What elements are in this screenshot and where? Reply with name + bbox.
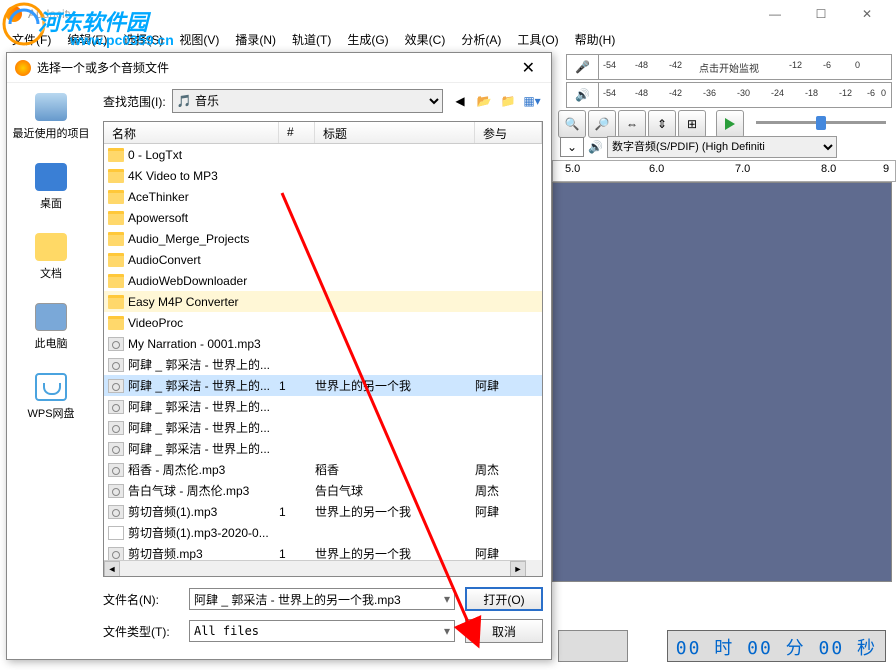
folder-icon [108,232,124,246]
minimize-button[interactable]: — [752,0,798,28]
zoom-toggle-button[interactable]: ⊞ [678,110,706,138]
fit-proj-button[interactable]: ⇕ [648,110,676,138]
mp3-icon [108,547,124,561]
timeline-ruler[interactable]: 5.0 6.0 7.0 8.0 9 [552,160,896,182]
place-documents[interactable]: 文档 [7,229,95,285]
filetype-label: 文件类型(T): [103,623,179,640]
file-row[interactable]: VideoProc [104,312,542,333]
menu-tracks[interactable]: 轨道(T) [284,29,339,50]
file-row[interactable]: 阿肆 _ 郭采洁 - 世界上的... [104,438,542,459]
file-list-header[interactable]: 名称 # 标题 参与 [104,122,542,144]
folder-icon [108,190,124,204]
newfolder-button[interactable]: 📁 [497,90,519,112]
folder-icon [108,169,124,183]
folder-icon [108,211,124,225]
dialog-icon [15,60,31,76]
file-row[interactable]: AceThinker [104,186,542,207]
file-row[interactable]: 阿肆 _ 郭采洁 - 世界上的... [104,417,542,438]
file-row[interactable]: 0 - LogTxt [104,144,542,165]
up-button[interactable]: 📂 [473,90,495,112]
zoomout-button[interactable]: 🔎 [588,110,616,138]
dialog-close-button[interactable]: ✕ [514,58,543,78]
close-button[interactable]: ✕ [844,0,890,28]
viewmode-button[interactable]: ▦▾ [521,90,543,112]
file-row[interactable]: 4K Video to MP3 [104,165,542,186]
edit-toolbar: 🔍 🔎 ⇔ ⇕ ⊞ [558,110,744,138]
mp3-icon [108,358,124,372]
playback-speed-slider[interactable] [756,116,886,130]
place-thispc[interactable]: 此电脑 [7,299,95,355]
file-icon [108,526,124,540]
file-row[interactable]: 剪切音频(1).mp31世界上的另一个我阿肆 [104,501,542,522]
record-meter[interactable]: 🎤 -54 -48 -42 点击开始监视 -12 -6 0 [566,54,892,80]
menu-analyze[interactable]: 分析(A) [453,29,509,50]
file-row[interactable]: Apowersoft [104,207,542,228]
track-area[interactable] [552,182,892,582]
filename-input[interactable]: 阿肆 _ 郭采洁 - 世界上的另一个我.mp3▾ [189,588,455,610]
h-scrollbar[interactable]: ◄ ► [104,560,526,576]
back-button[interactable]: ◀ [449,90,471,112]
mic-icon: 🎤 [567,55,599,79]
place-wps[interactable]: WPS网盘 [7,369,95,425]
file-row[interactable]: My Narration - 0001.mp3 [104,333,542,354]
filetype-select[interactable]: All files▾ [189,620,455,642]
mp3-icon [108,484,124,498]
output-device-select[interactable]: 数字音频(S/PDIF) (High Definiti [607,136,837,158]
open-button[interactable]: 打开(O) [465,587,543,611]
scroll-right-button[interactable]: ► [510,561,526,577]
speaker-device-icon: 🔊 [588,140,603,154]
zoomin-button[interactable]: 🔍 [558,110,586,138]
mp3-icon [108,421,124,435]
menu-help[interactable]: 帮助(H) [567,29,624,50]
file-row[interactable]: 阿肆 _ 郭采洁 - 世界上的... [104,396,542,417]
menu-generate[interactable]: 生成(G) [339,29,396,50]
filename-label: 文件名(N): [103,591,179,608]
file-row[interactable]: 告白气球 - 周杰伦.mp3告白气球周杰 [104,480,542,501]
play-button[interactable] [716,110,744,138]
mp3-icon [108,400,124,414]
place-recent[interactable]: 最近使用的项目 [7,89,95,145]
device-dropdown-toggle[interactable]: ⌄ [560,137,584,157]
play-meter[interactable]: 🔊 -54 -48 -42 -36 -30 -24 -18 -12 -6 0 [566,82,892,108]
place-desktop[interactable]: 桌面 [7,159,95,215]
lookin-select[interactable]: 🎵 音乐 [172,89,443,113]
mp3-icon [108,505,124,519]
open-file-dialog: 选择一个或多个音频文件 ✕ 最近使用的项目 桌面 文档 此电脑 WPS网盘 查找… [6,52,552,660]
speaker-icon: 🔊 [567,83,599,107]
time-counter: 00 时 00 分 00 秒 [667,630,886,662]
mp3-icon [108,442,124,456]
mp3-icon [108,379,124,393]
cancel-button[interactable]: 取消 [465,619,543,643]
scroll-left-button[interactable]: ◄ [104,561,120,577]
watermark-url: www.pc0359.cn [70,32,174,48]
file-row[interactable]: AudioConvert [104,249,542,270]
mp3-icon [108,463,124,477]
menu-tools[interactable]: 工具(O) [509,29,566,50]
menu-effect[interactable]: 效果(C) [397,29,454,50]
menu-transport[interactable]: 播录(N) [227,29,284,50]
file-row[interactable]: Audio_Merge_Projects [104,228,542,249]
fit-sel-button[interactable]: ⇔ [618,110,646,138]
file-row[interactable]: 稻香 - 周杰伦.mp3稻香周杰 [104,459,542,480]
mp3-icon [108,337,124,351]
selection-toolbar[interactable] [558,630,628,662]
file-row[interactable]: Easy M4P Converter [104,291,542,312]
folder-icon [108,295,124,309]
dialog-title: 选择一个或多个音频文件 [37,59,169,76]
file-list[interactable]: 名称 # 标题 参与 0 - LogTxt4K Video to MP3AceT… [103,121,543,577]
menu-view[interactable]: 视图(V) [171,29,227,50]
folder-icon [108,316,124,330]
maximize-button[interactable]: ☐ [798,0,844,28]
file-row[interactable]: 剪切音频(1).mp3-2020-0... [104,522,542,543]
places-bar: 最近使用的项目 桌面 文档 此电脑 WPS网盘 [7,83,95,659]
lookin-label: 查找范围(I): [103,93,166,110]
file-row[interactable]: AudioWebDownloader [104,270,542,291]
folder-icon [108,253,124,267]
folder-icon [108,148,124,162]
folder-icon [108,274,124,288]
file-row[interactable]: 阿肆 _ 郭采洁 - 世界上的...1世界上的另一个我阿肆 [104,375,542,396]
file-row[interactable]: 阿肆 _ 郭采洁 - 世界上的... [104,354,542,375]
